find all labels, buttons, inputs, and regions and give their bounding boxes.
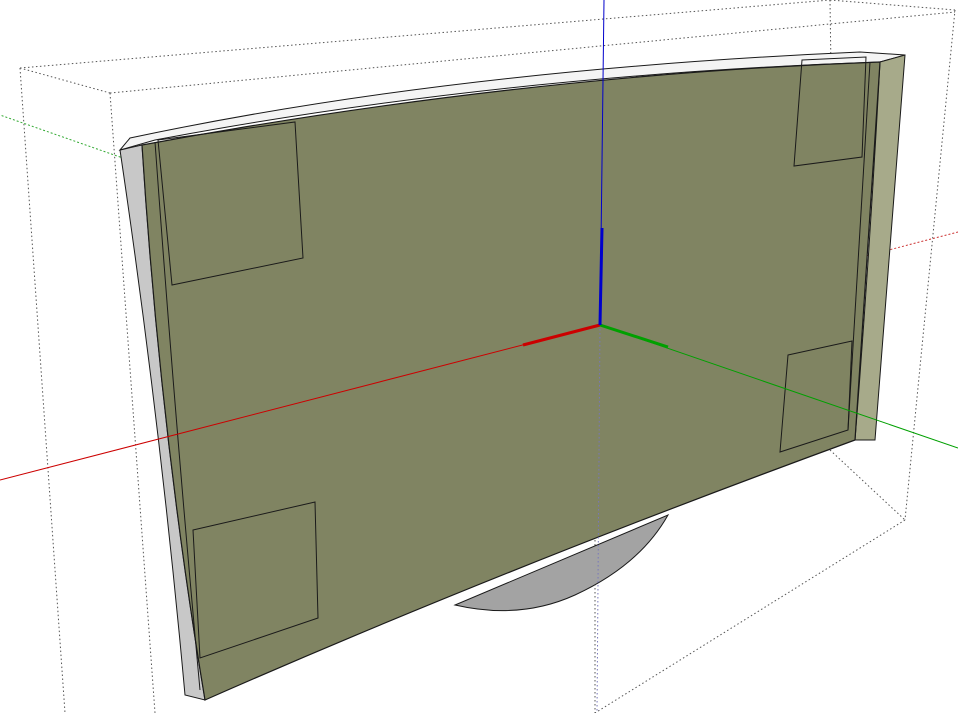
blue-axis-stub xyxy=(598,227,604,326)
model-viewport[interactable] xyxy=(0,0,958,713)
model-scene[interactable] xyxy=(0,0,958,713)
